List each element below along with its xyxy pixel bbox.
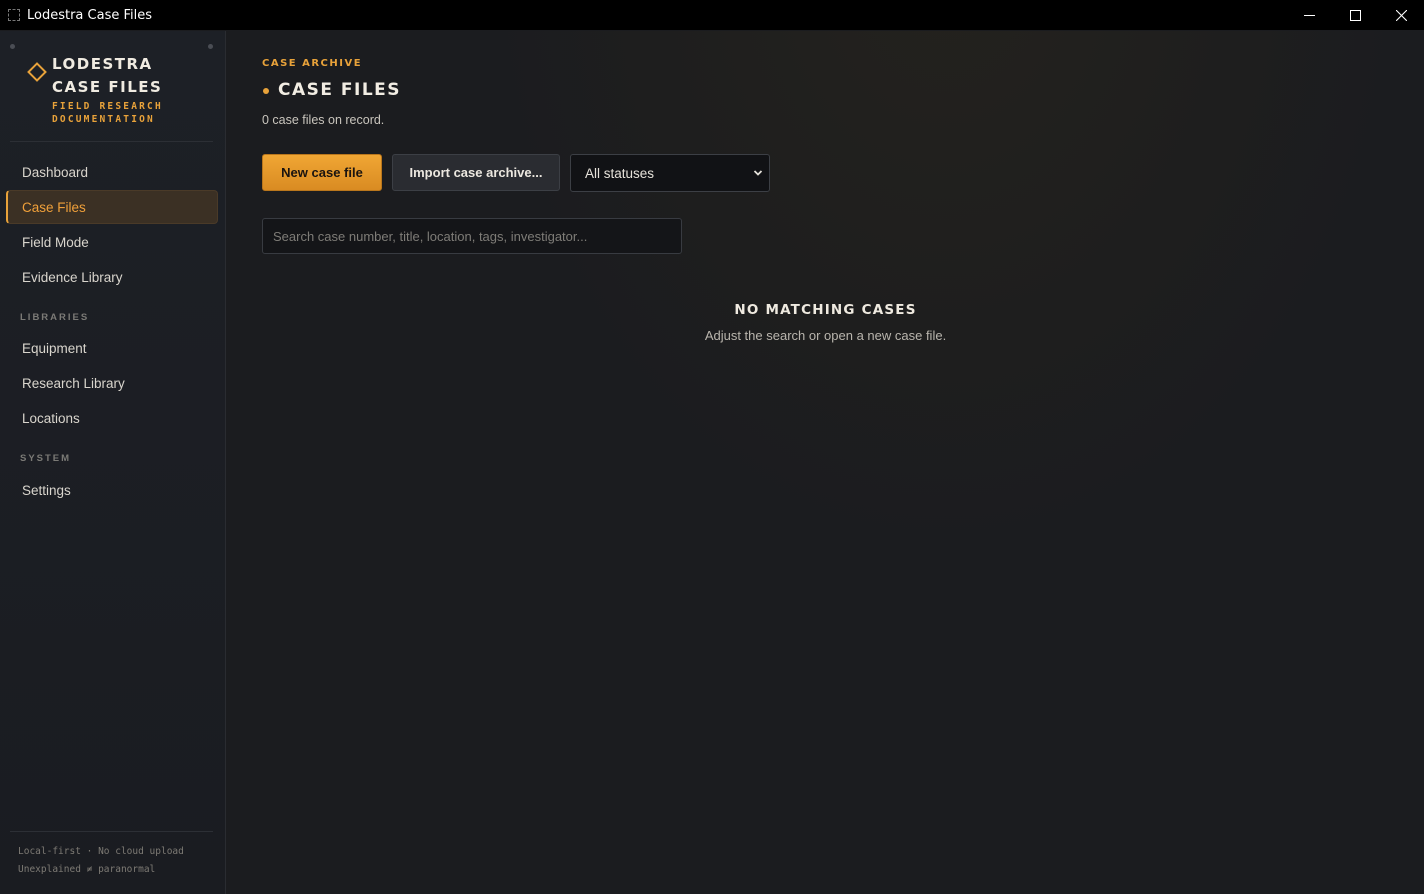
diamond-logo-icon [27,62,47,82]
brand-title-line1: LODESTRA [52,55,153,73]
empty-state-title: NO MATCHING CASES [734,302,917,318]
page-title: CASE FILES [278,80,402,100]
status-filter-select[interactable]: All statuses [570,154,770,192]
footer-note-tagline: Unexplained ≠ paranormal [18,864,156,875]
empty-state-message: Adjust the search or open a new case fil… [704,328,947,343]
minimize-icon [1303,14,1315,16]
sidebar-item-equipment[interactable]: Equipment [6,331,218,365]
footer-note-local: Local-first · No cloud upload [18,846,184,857]
section-label-system: SYSTEM [20,453,72,464]
search-input[interactable]: Search case number, title, location, tag… [262,218,682,254]
main-content: CASE ARCHIVE CASE FILES 0 case files on … [227,31,1424,894]
window-titlebar: Lodestra Case Files [0,0,1424,30]
rivet-decoration [10,44,15,49]
sidebar-item-evidence-library[interactable]: Evidence Library [6,260,218,294]
page-eyebrow: CASE ARCHIVE [262,58,363,69]
import-case-archive-button[interactable]: Import case archive... [392,154,560,191]
sidebar-item-settings[interactable]: Settings [6,473,218,507]
maximize-button[interactable] [1332,0,1378,30]
brand-title-line2: CASE FILES [52,78,163,96]
sidebar-divider [10,141,213,142]
brand-subtitle-line2: DOCUMENTATION [52,114,155,125]
close-button[interactable] [1378,0,1424,30]
sidebar-item-dashboard[interactable]: Dashboard [6,155,218,189]
status-filter-value: All statuses [585,165,655,181]
brand-subtitle-line1: FIELD RESEARCH [52,101,163,112]
minimize-button[interactable] [1286,0,1332,30]
title-bullet-icon [263,88,269,94]
brand-subtitle: FIELD RESEARCH DOCUMENTATION [52,100,163,126]
app-icon [8,9,20,21]
section-label-libraries: LIBRARIES [20,312,90,323]
sidebar-item-field-mode[interactable]: Field Mode [6,225,218,259]
window-controls [1286,0,1424,30]
close-icon [1395,9,1407,21]
sidebar-item-research-library[interactable]: Research Library [6,366,218,400]
brand-title: LODESTRA CASE FILES [52,53,162,99]
sidebar-item-case-files[interactable]: Case Files [6,190,218,224]
sidebar-item-locations[interactable]: Locations [6,401,218,435]
window-title: Lodestra Case Files [27,7,153,23]
search-placeholder: Search case number, title, location, tag… [273,228,588,244]
sidebar: LODESTRA CASE FILES FIELD RESEARCH DOCUM… [0,31,226,894]
new-case-file-button[interactable]: New case file [262,154,382,191]
rivet-decoration [208,44,213,49]
chevron-down-icon [753,170,763,176]
case-count: 0 case files on record. [262,113,385,127]
maximize-icon [1349,9,1361,21]
sidebar-footer-divider [10,831,213,832]
